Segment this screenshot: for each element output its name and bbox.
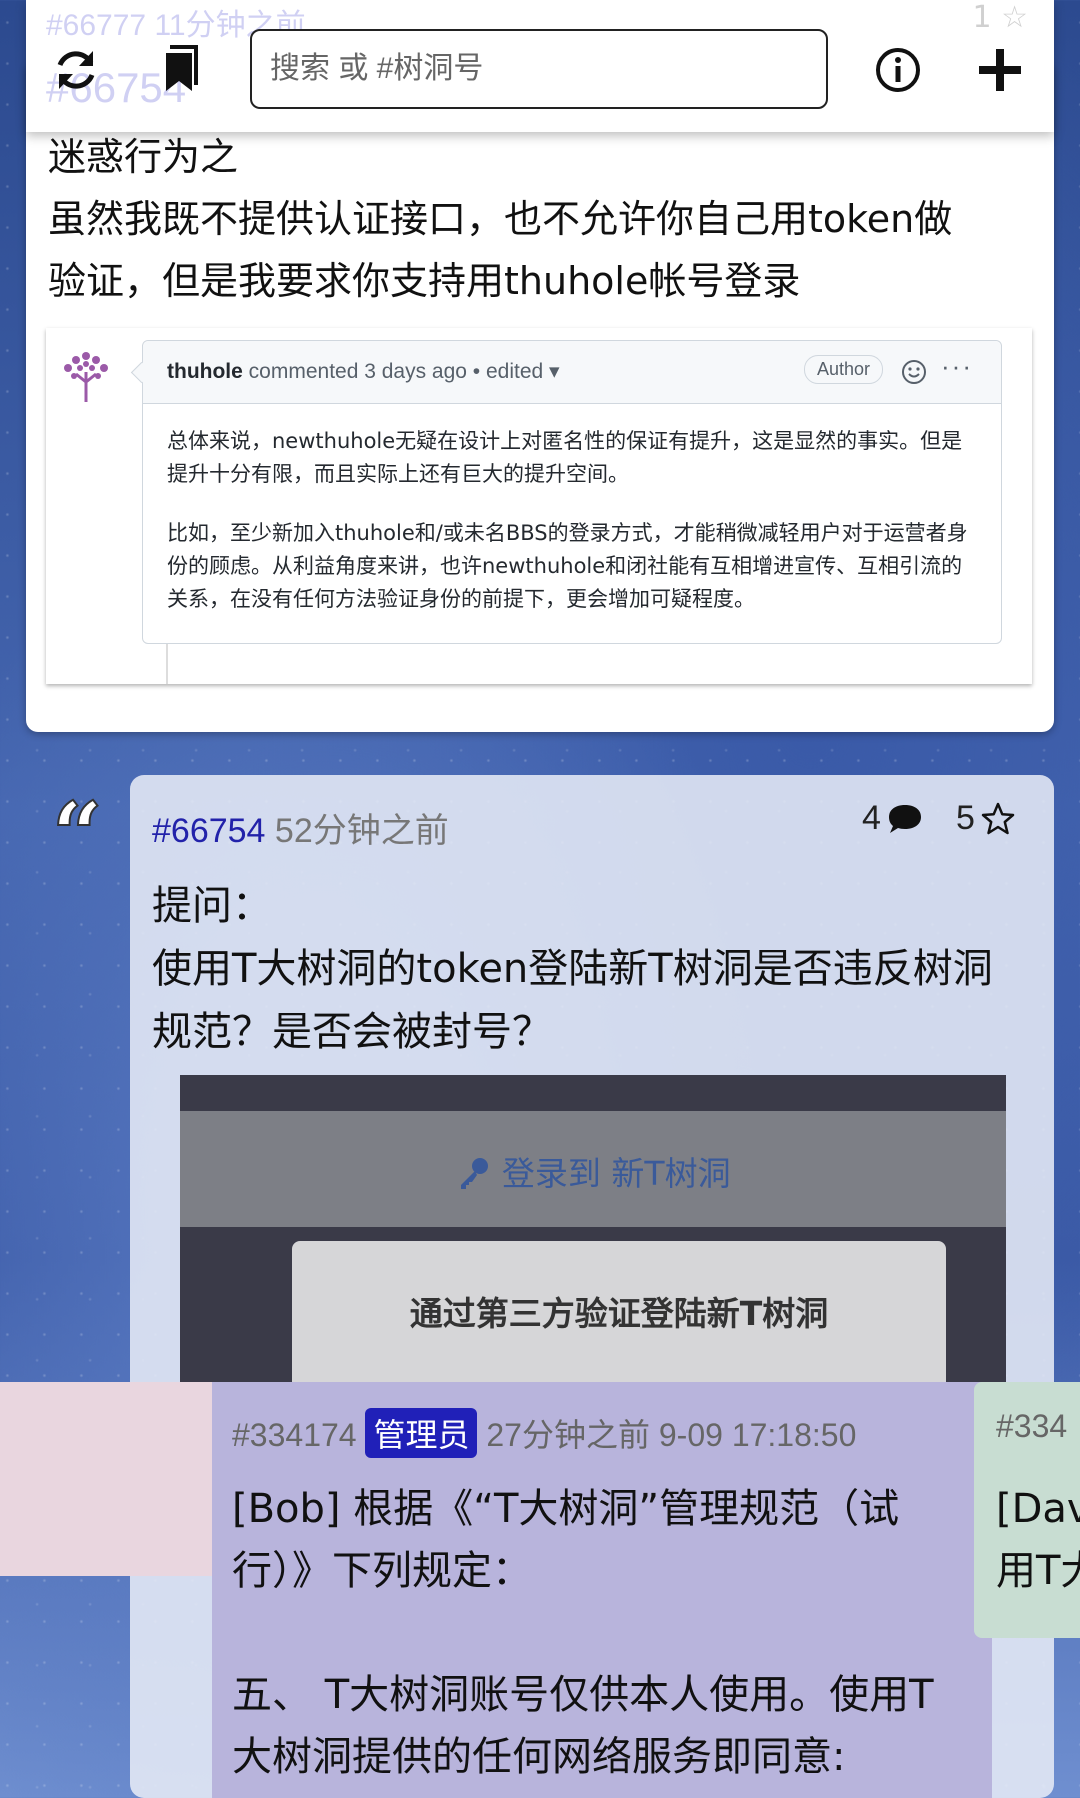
info-icon	[876, 48, 920, 92]
post-meta: #66754 52分钟之前	[152, 803, 449, 852]
comment-icon	[888, 804, 921, 833]
ghost-star-count: 1 ☆	[972, 0, 1028, 35]
bookmark-icon	[166, 45, 198, 91]
post-id: #66754	[152, 812, 266, 850]
reply-text: [Dav 用T大	[996, 1486, 1080, 1594]
info-button[interactable]	[868, 40, 928, 100]
reply-card-next[interactable]: #334 [Dav 用T大	[974, 1382, 1080, 1638]
image-login-title: 登录到 新T树洞	[180, 1147, 1006, 1195]
star-icon	[981, 802, 1015, 834]
comment-action: commented 3 days ago • edited	[248, 360, 544, 383]
reply-id: #334	[996, 1408, 1068, 1444]
search-input[interactable]	[250, 29, 828, 109]
post-text: 迷惑行为之 虽然我既不提供认证接口，也不允许你自己用token做 验证，但是我要…	[48, 135, 953, 303]
github-comment: thuhole commented 3 days ago • edited ▾ …	[142, 340, 1002, 644]
reply-panel-left	[0, 1382, 212, 1576]
post-image[interactable]: thuhole commented 3 days ago • edited ▾ …	[46, 328, 1032, 684]
reply-card[interactable]: #334174 管理员 27分钟之前 9-09 17:18:50 [Bob] 根…	[212, 1382, 992, 1798]
smiley-icon	[902, 360, 926, 384]
reply-time-abs: 9-09 17:18:50	[658, 1417, 857, 1453]
comment-para: 总体来说，newthuhole无疑在设计上对匿名性的保证有提升，这是显然的事实。…	[167, 429, 963, 486]
reply-id: #334174	[232, 1417, 357, 1453]
comment-header: thuhole commented 3 days ago • edited ▾ …	[143, 341, 1001, 404]
tree-logo-icon	[64, 352, 108, 402]
admin-badge: 管理员	[365, 1408, 478, 1458]
author-badge: Author	[803, 355, 883, 384]
bookmark-button[interactable]	[150, 40, 210, 100]
key-icon	[461, 1158, 489, 1189]
star-count[interactable]: 5	[956, 799, 1015, 838]
top-bar: #66777 11分钟之前 1 ☆ #66754	[26, 0, 1054, 132]
refresh-icon	[57, 51, 95, 89]
post-card-prev[interactable]: 迷惑行为之 虽然我既不提供认证接口，也不允许你自己用token做 验证，但是我要…	[26, 60, 1054, 732]
reply-count[interactable]: 4	[862, 799, 923, 838]
post-time: 52分钟之前	[274, 812, 449, 850]
quote-icon[interactable]: “	[51, 789, 104, 879]
reply-text: [Bob] 根据《“T大树洞”管理规范（试 行）》下列规定： 五、 T大树洞账号…	[232, 1486, 934, 1780]
more-icon: ···	[941, 351, 973, 381]
comment-user: thuhole	[167, 360, 243, 383]
plus-icon	[979, 49, 1021, 91]
post-text: 提问： 使用T大树洞的token登陆新T树洞是否违反树洞 规范？是否会被封号？	[152, 883, 993, 1055]
add-post-button[interactable]	[970, 40, 1030, 100]
comment-para: 比如，至少新加入thuhole和/或未名BBS的登录方式，才能稍微减轻用户对于运…	[167, 521, 968, 611]
refresh-button[interactable]	[46, 40, 106, 100]
reply-meta: #334174 管理员 27分钟之前 9-09 17:18:50	[232, 1408, 856, 1458]
reply-time-rel: 27分钟之前	[486, 1417, 650, 1453]
